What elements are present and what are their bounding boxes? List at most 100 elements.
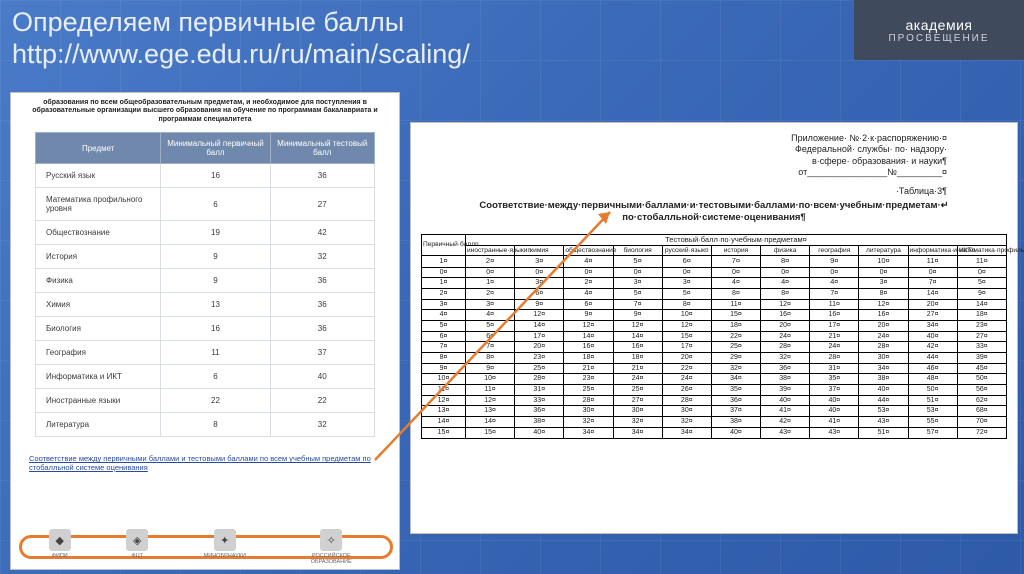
table-cell: 14¤ (908, 288, 957, 299)
table-cell: 27¤ (957, 331, 1006, 342)
table-cell: 20¤ (859, 320, 908, 331)
table-cell: 36 (270, 164, 374, 188)
table-cell: 14¤ (422, 417, 466, 428)
appendix-line: Федеральной· службы· по· надзору· (421, 144, 947, 155)
right-document-panel: Приложение· №·2·к·распоряжению·¤ Федерал… (410, 122, 1018, 534)
table-label: ·Таблица·3¶ (421, 186, 1007, 196)
conversion-link[interactable]: Соответствие между первичными баллами и … (29, 455, 381, 472)
table-cell: 14¤ (515, 320, 564, 331)
logo-label: ФИПИ (52, 553, 68, 559)
table-cell: 10¤ (662, 310, 711, 321)
table-cell: 24¤ (613, 374, 662, 385)
table-cell: 28¤ (761, 342, 810, 353)
table-cell: 40¤ (908, 331, 957, 342)
table-cell: 18¤ (613, 353, 662, 364)
table-cell: 36 (270, 317, 374, 341)
table-cell: 53¤ (908, 406, 957, 417)
col-subject: обществознание (564, 246, 613, 256)
table-cell: 16¤ (810, 310, 859, 321)
table-cell: 53¤ (859, 406, 908, 417)
table-cell: 22¤ (711, 331, 760, 342)
table-cell: 27 (270, 188, 374, 221)
table-cell: 50¤ (908, 385, 957, 396)
table-cell: 38¤ (515, 417, 564, 428)
table-row: Химия1336 (36, 293, 375, 317)
table-cell: 0¤ (711, 267, 760, 278)
table-cell: 2¤ (466, 288, 515, 299)
table-cell: 38¤ (859, 374, 908, 385)
col-subject: русский·язык¤ (662, 246, 711, 256)
table-cell: 20¤ (662, 353, 711, 364)
table-cell: 23¤ (515, 353, 564, 364)
table-cell: 36 (270, 293, 374, 317)
table-cell: Математика профильного уровня (36, 188, 161, 221)
table-cell: 33¤ (957, 342, 1006, 353)
table-cell: 62¤ (957, 395, 1006, 406)
col-number: 1¤ (422, 256, 466, 267)
logo-icon: ✦ (214, 529, 236, 551)
table-cell: 40¤ (859, 385, 908, 396)
table-cell: 0¤ (515, 267, 564, 278)
col-test: Минимальный тестовый балл (270, 133, 374, 164)
table-cell: 41¤ (810, 417, 859, 428)
table-cell: 39¤ (761, 385, 810, 396)
table-cell: 22¤ (662, 363, 711, 374)
col-primary-score: Первичный·балл¤ (422, 234, 466, 256)
table-row: 4¤4¤12¤9¤9¤10¤15¤16¤16¤16¤27¤18¤ (422, 310, 1007, 321)
table-cell: 51¤ (859, 427, 908, 438)
table-cell: 4¤ (761, 278, 810, 289)
table-cell: 41¤ (761, 406, 810, 417)
table-cell: 13 (161, 293, 270, 317)
table-cell: 9¤ (515, 299, 564, 310)
table-cell: 7¤ (613, 299, 662, 310)
table-cell: 9 (161, 269, 270, 293)
table-row: География1137 (36, 341, 375, 365)
col-subject: география (810, 246, 859, 256)
table-row: 3¤3¤9¤6¤7¤8¤11¤12¤11¤12¤20¤14¤ (422, 299, 1007, 310)
col-subject: информатика·и·ИКТ¤ (908, 246, 957, 256)
table-cell: 40¤ (810, 406, 859, 417)
table-cell: 24¤ (859, 331, 908, 342)
table-cell: 11¤ (422, 385, 466, 396)
table-cell: 22 (161, 389, 270, 413)
right-doc-title: Соответствие·между·первичными·баллами·и·… (421, 200, 1007, 224)
table-cell: 3¤ (859, 278, 908, 289)
table-cell: 5¤ (613, 288, 662, 299)
table-row: История932 (36, 245, 375, 269)
col-number: 11¤ (957, 256, 1006, 267)
brand-line1: академия (906, 17, 973, 33)
table-cell: 15¤ (662, 331, 711, 342)
table-cell: 36¤ (711, 395, 760, 406)
table-cell: 40 (270, 365, 374, 389)
col-number: 3¤ (515, 256, 564, 267)
table-cell: 32¤ (761, 353, 810, 364)
table-cell: 38¤ (711, 417, 760, 428)
table-cell: 37¤ (711, 406, 760, 417)
table-cell: 6¤ (466, 331, 515, 342)
table-cell: 40¤ (515, 427, 564, 438)
table-cell: 7¤ (810, 288, 859, 299)
table-cell: 34¤ (613, 427, 662, 438)
table-cell: 32¤ (711, 363, 760, 374)
logo-label: ФЦТ (131, 553, 143, 559)
table-cell: 39¤ (957, 353, 1006, 364)
table-cell: 12¤ (564, 320, 613, 331)
table-cell: 35¤ (711, 385, 760, 396)
table-cell: 25¤ (613, 385, 662, 396)
table-cell: 0¤ (422, 267, 466, 278)
table-cell: 25¤ (711, 342, 760, 353)
table-cell: 8¤ (662, 299, 711, 310)
table-cell: 40¤ (761, 395, 810, 406)
table-cell: 21¤ (564, 363, 613, 374)
table-cell: 3¤ (662, 278, 711, 289)
table-cell: 27¤ (613, 395, 662, 406)
table-cell: 29¤ (711, 353, 760, 364)
table-cell: 24¤ (662, 374, 711, 385)
table-cell: 32¤ (613, 417, 662, 428)
table-cell: 3¤ (422, 299, 466, 310)
table-cell: 25¤ (515, 363, 564, 374)
table-cell: 36 (270, 269, 374, 293)
table-cell: Иностранные языки (36, 389, 161, 413)
table-row: Литература832 (36, 413, 375, 437)
table-cell: 12¤ (515, 310, 564, 321)
